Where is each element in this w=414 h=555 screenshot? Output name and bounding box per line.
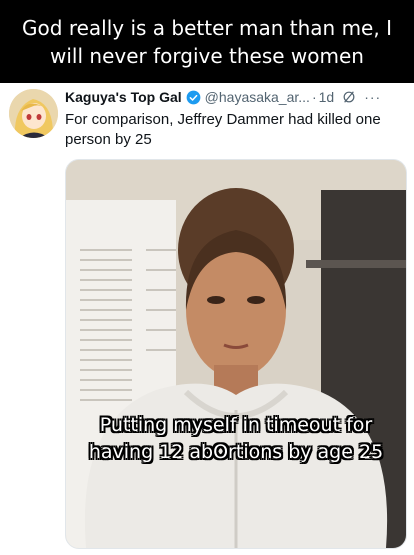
- media-photo: [66, 160, 406, 548]
- media-caption: Putting myself in timeout for having 12 …: [88, 414, 384, 463]
- separator-dot: ·: [311, 89, 317, 105]
- meme-headline: God really is a better man than me, I wi…: [22, 15, 392, 68]
- author-name[interactable]: Kaguya's Top Gal: [65, 89, 182, 105]
- tweet-body: Kaguya's Top Gal @hayasaka_ar... · 1d ··…: [65, 86, 404, 150]
- avatar-image: [9, 89, 58, 138]
- author-handle[interactable]: @hayasaka_ar...: [205, 89, 310, 105]
- tweet-text: For comparison, Jeffrey Dammer had kille…: [65, 111, 381, 148]
- tweet-media[interactable]: Putting myself in timeout for having 12 …: [65, 159, 407, 549]
- avatar[interactable]: [9, 89, 58, 138]
- more-icon[interactable]: ···: [364, 89, 381, 105]
- timestamp[interactable]: 1d: [319, 89, 335, 105]
- verified-badge-icon: [186, 90, 201, 104]
- meme-headline-bar: God really is a better man than me, I wi…: [0, 0, 414, 83]
- grok-icon[interactable]: [342, 90, 356, 104]
- tweet-card[interactable]: Kaguya's Top Gal @hayasaka_ar... · 1d ··…: [0, 83, 414, 555]
- tweet-header: Kaguya's Top Gal @hayasaka_ar... · 1d ··…: [65, 86, 404, 108]
